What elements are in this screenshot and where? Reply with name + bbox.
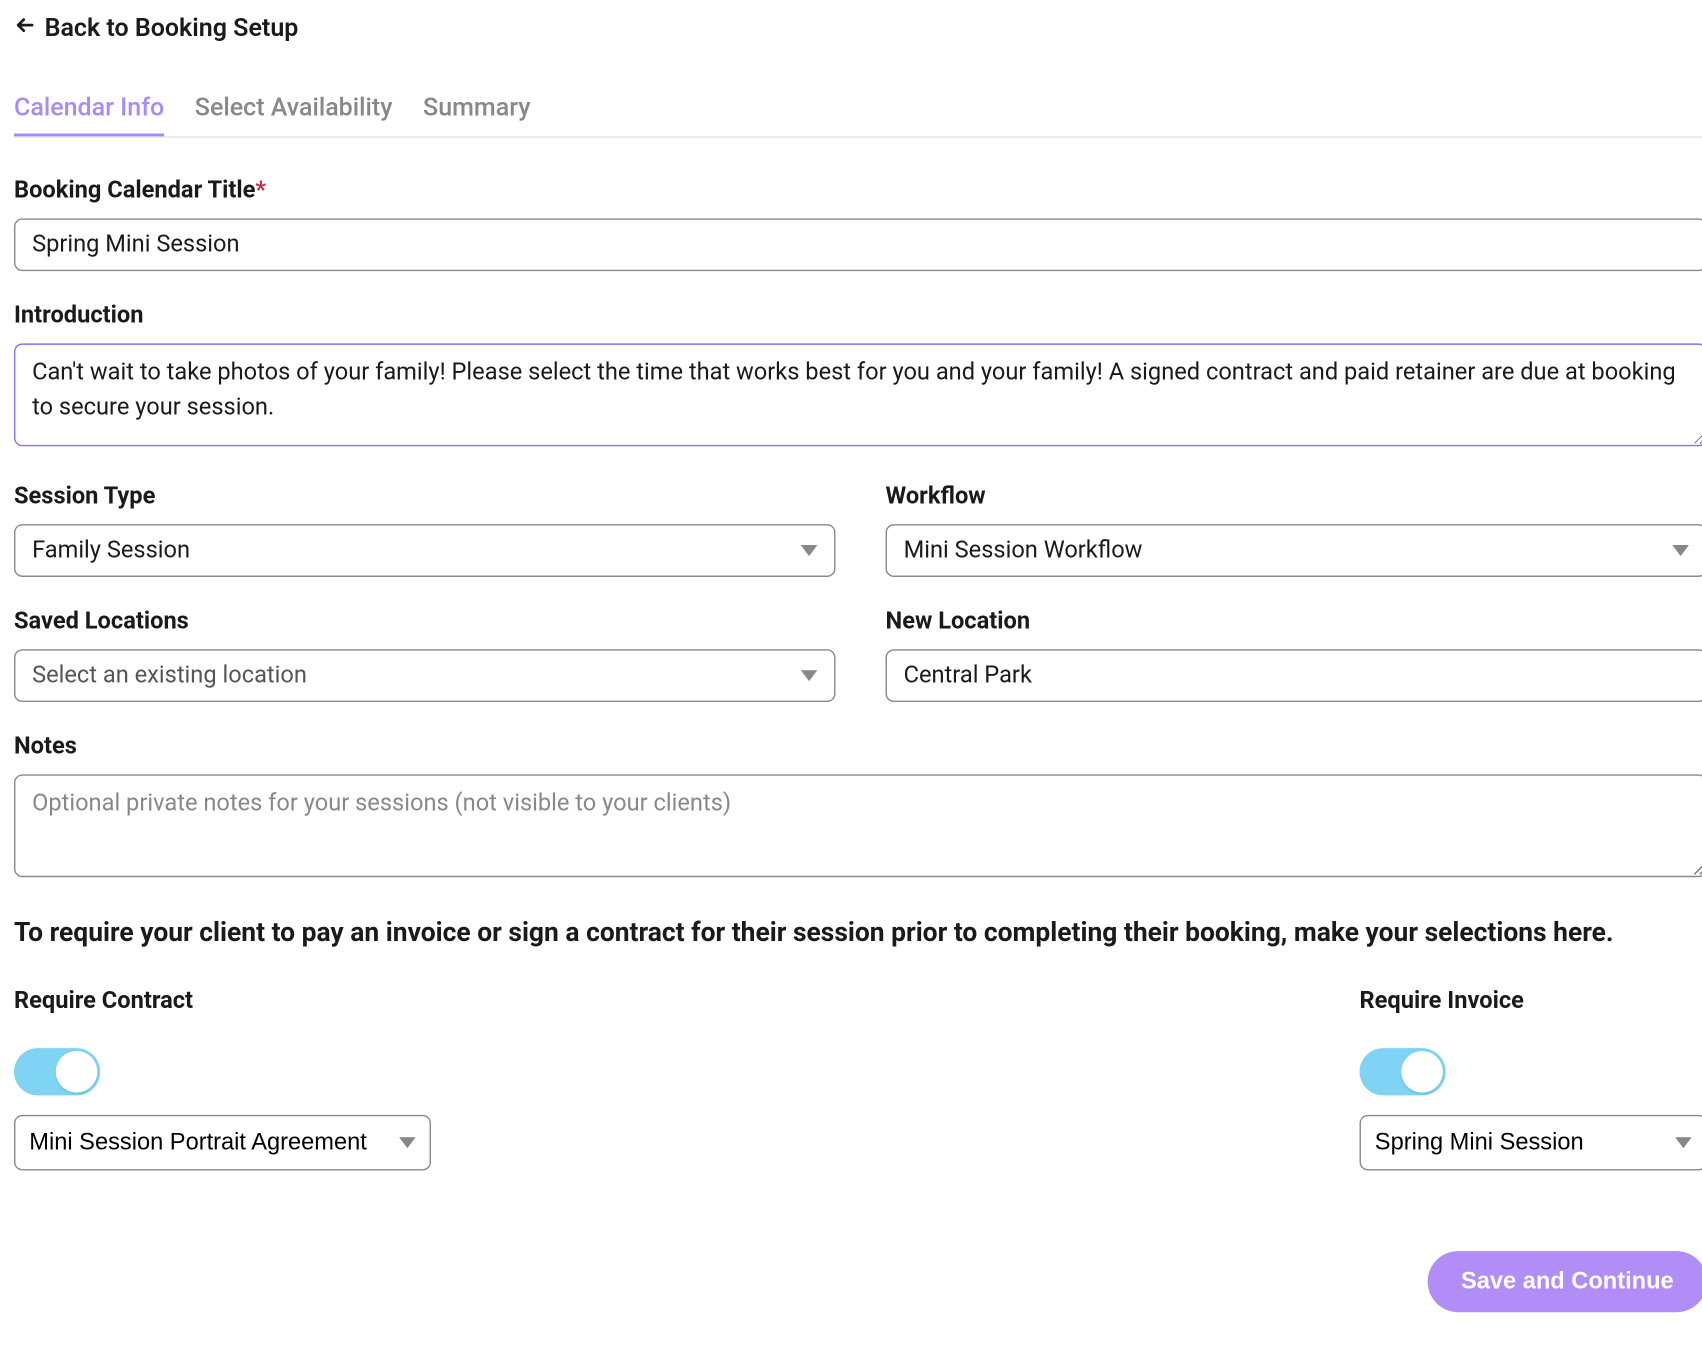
tab-calendar-info[interactable]: Calendar Info xyxy=(14,93,164,136)
require-contract-label: Require Contract xyxy=(14,986,431,1014)
new-location-input[interactable] xyxy=(886,649,1702,702)
new-location-label: New Location xyxy=(886,608,1702,636)
saved-locations-select[interactable]: Select an existing location xyxy=(14,649,835,702)
introduction-label: Introduction xyxy=(14,302,1702,330)
require-invoice-label: Require Invoice xyxy=(1360,986,1702,1014)
session-type-select[interactable]: Family Session xyxy=(14,524,835,577)
require-contract-toggle[interactable] xyxy=(14,1047,100,1094)
session-type-label: Session Type xyxy=(14,482,835,510)
back-to-booking-setup-link[interactable]: Back to Booking Setup xyxy=(14,14,298,43)
arrow-left-icon xyxy=(14,14,36,43)
introduction-textarea[interactable]: Can't wait to take photos of your family… xyxy=(14,343,1702,446)
required-indicator: * xyxy=(255,177,266,205)
notes-label: Notes xyxy=(14,733,1702,761)
tab-select-availability[interactable]: Select Availability xyxy=(195,93,393,136)
tabs: Calendar Info Select Availability Summar… xyxy=(14,93,1702,137)
booking-title-input[interactable] xyxy=(14,218,1702,271)
notes-textarea[interactable] xyxy=(14,774,1702,877)
back-link-label: Back to Booking Setup xyxy=(45,14,299,43)
require-invoice-toggle[interactable] xyxy=(1360,1047,1446,1094)
invoice-select[interactable]: Spring Mini Session xyxy=(1360,1114,1702,1170)
booking-title-label: Booking Calendar Title* xyxy=(14,177,1702,205)
contract-select[interactable]: Mini Session Portrait Agreement xyxy=(14,1114,431,1170)
workflow-select[interactable]: Mini Session Workflow xyxy=(886,524,1702,577)
saved-locations-label: Saved Locations xyxy=(14,608,835,636)
toggle-knob xyxy=(1401,1050,1443,1092)
toggle-knob xyxy=(56,1050,98,1092)
workflow-label: Workflow xyxy=(886,482,1702,510)
requirement-instruction-text: To require your client to pay an invoice… xyxy=(14,913,1702,953)
tab-summary[interactable]: Summary xyxy=(423,93,530,136)
save-and-continue-button[interactable]: Save and Continue xyxy=(1428,1250,1702,1311)
